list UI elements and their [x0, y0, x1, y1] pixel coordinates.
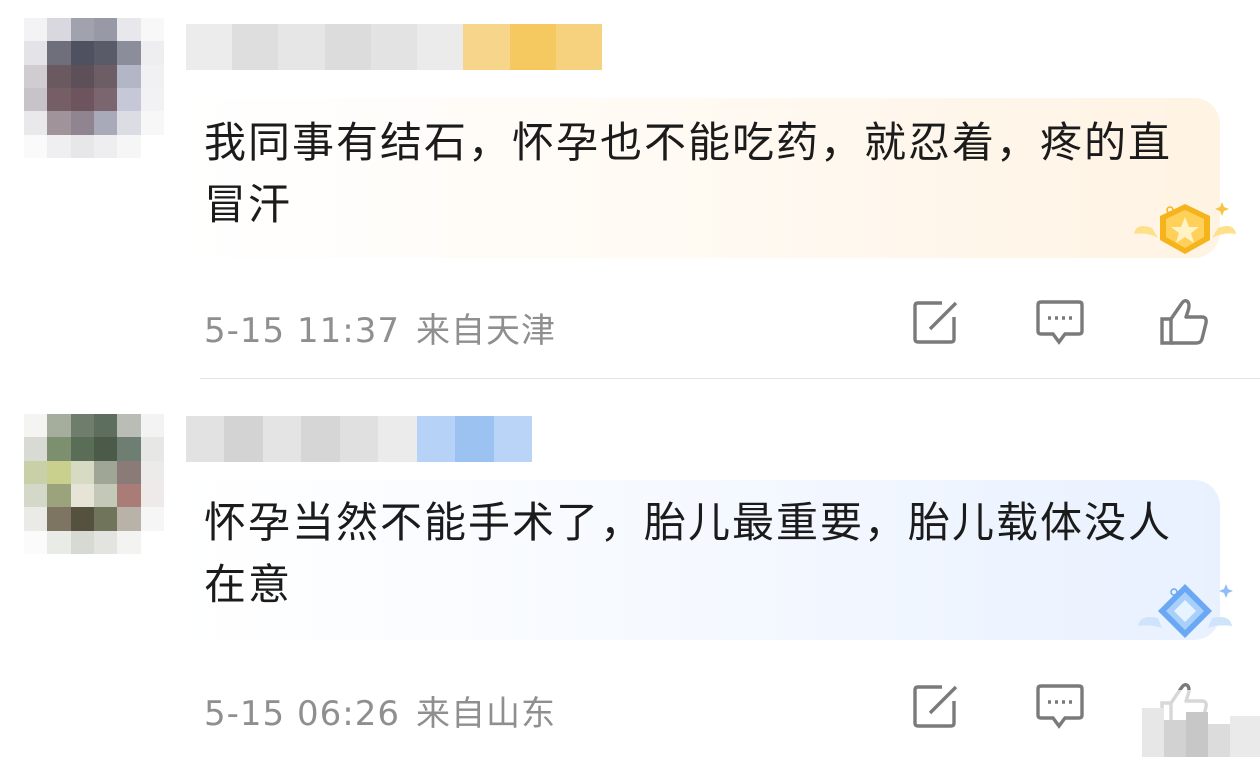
gold-crown-badge-icon [1107, 192, 1240, 262]
watermark-blurred [1142, 690, 1260, 757]
avatar[interactable] [24, 414, 164, 554]
username-blurred[interactable] [186, 24, 602, 70]
comment-meta: 5-15 06:26 来自山东 [204, 686, 556, 735]
comment-text: 怀孕当然不能手术了，胎儿最重要，胎儿载体没人在意 [204, 498, 1173, 609]
comment-button[interactable] [1024, 296, 1096, 348]
avatar-pixelated-image [24, 414, 164, 554]
repost-button[interactable] [900, 680, 972, 732]
username-blurred[interactable] [186, 416, 532, 462]
comment-text: 我同事有结石，怀孕也不能吃药，就忍着，疼的直冒汗 [204, 118, 1173, 229]
thumbs-up-icon [1160, 299, 1208, 345]
comment-icon [1036, 684, 1084, 729]
comment-icon [1036, 300, 1084, 345]
comment-time: 5-15 11:37 [204, 311, 400, 351]
comment-time: 5-15 06:26 [204, 694, 400, 734]
repost-icon [913, 685, 958, 728]
blue-diamond-badge-icon [1130, 578, 1240, 648]
repost-icon [913, 301, 958, 344]
comment-actions [900, 296, 1220, 348]
comment-meta: 5-15 11:37 来自天津 [204, 303, 556, 352]
comment-location: 来自山东 [415, 694, 556, 734]
repost-button[interactable] [900, 296, 972, 348]
comment-item: 怀孕当然不能手术了，胎儿最重要，胎儿载体没人在意 5-15 06:26 来自山东 [0, 380, 1260, 757]
avatar[interactable] [24, 18, 164, 158]
comment-location: 来自天津 [415, 311, 556, 351]
comment-item: 我同事有结石，怀孕也不能吃药，就忍着，疼的直冒汗 5-15 11:37 来自天津 [0, 0, 1260, 380]
comment-button[interactable] [1024, 680, 1096, 732]
divider [200, 378, 1260, 379]
like-button[interactable] [1148, 296, 1220, 348]
avatar-pixelated-image [24, 18, 164, 158]
